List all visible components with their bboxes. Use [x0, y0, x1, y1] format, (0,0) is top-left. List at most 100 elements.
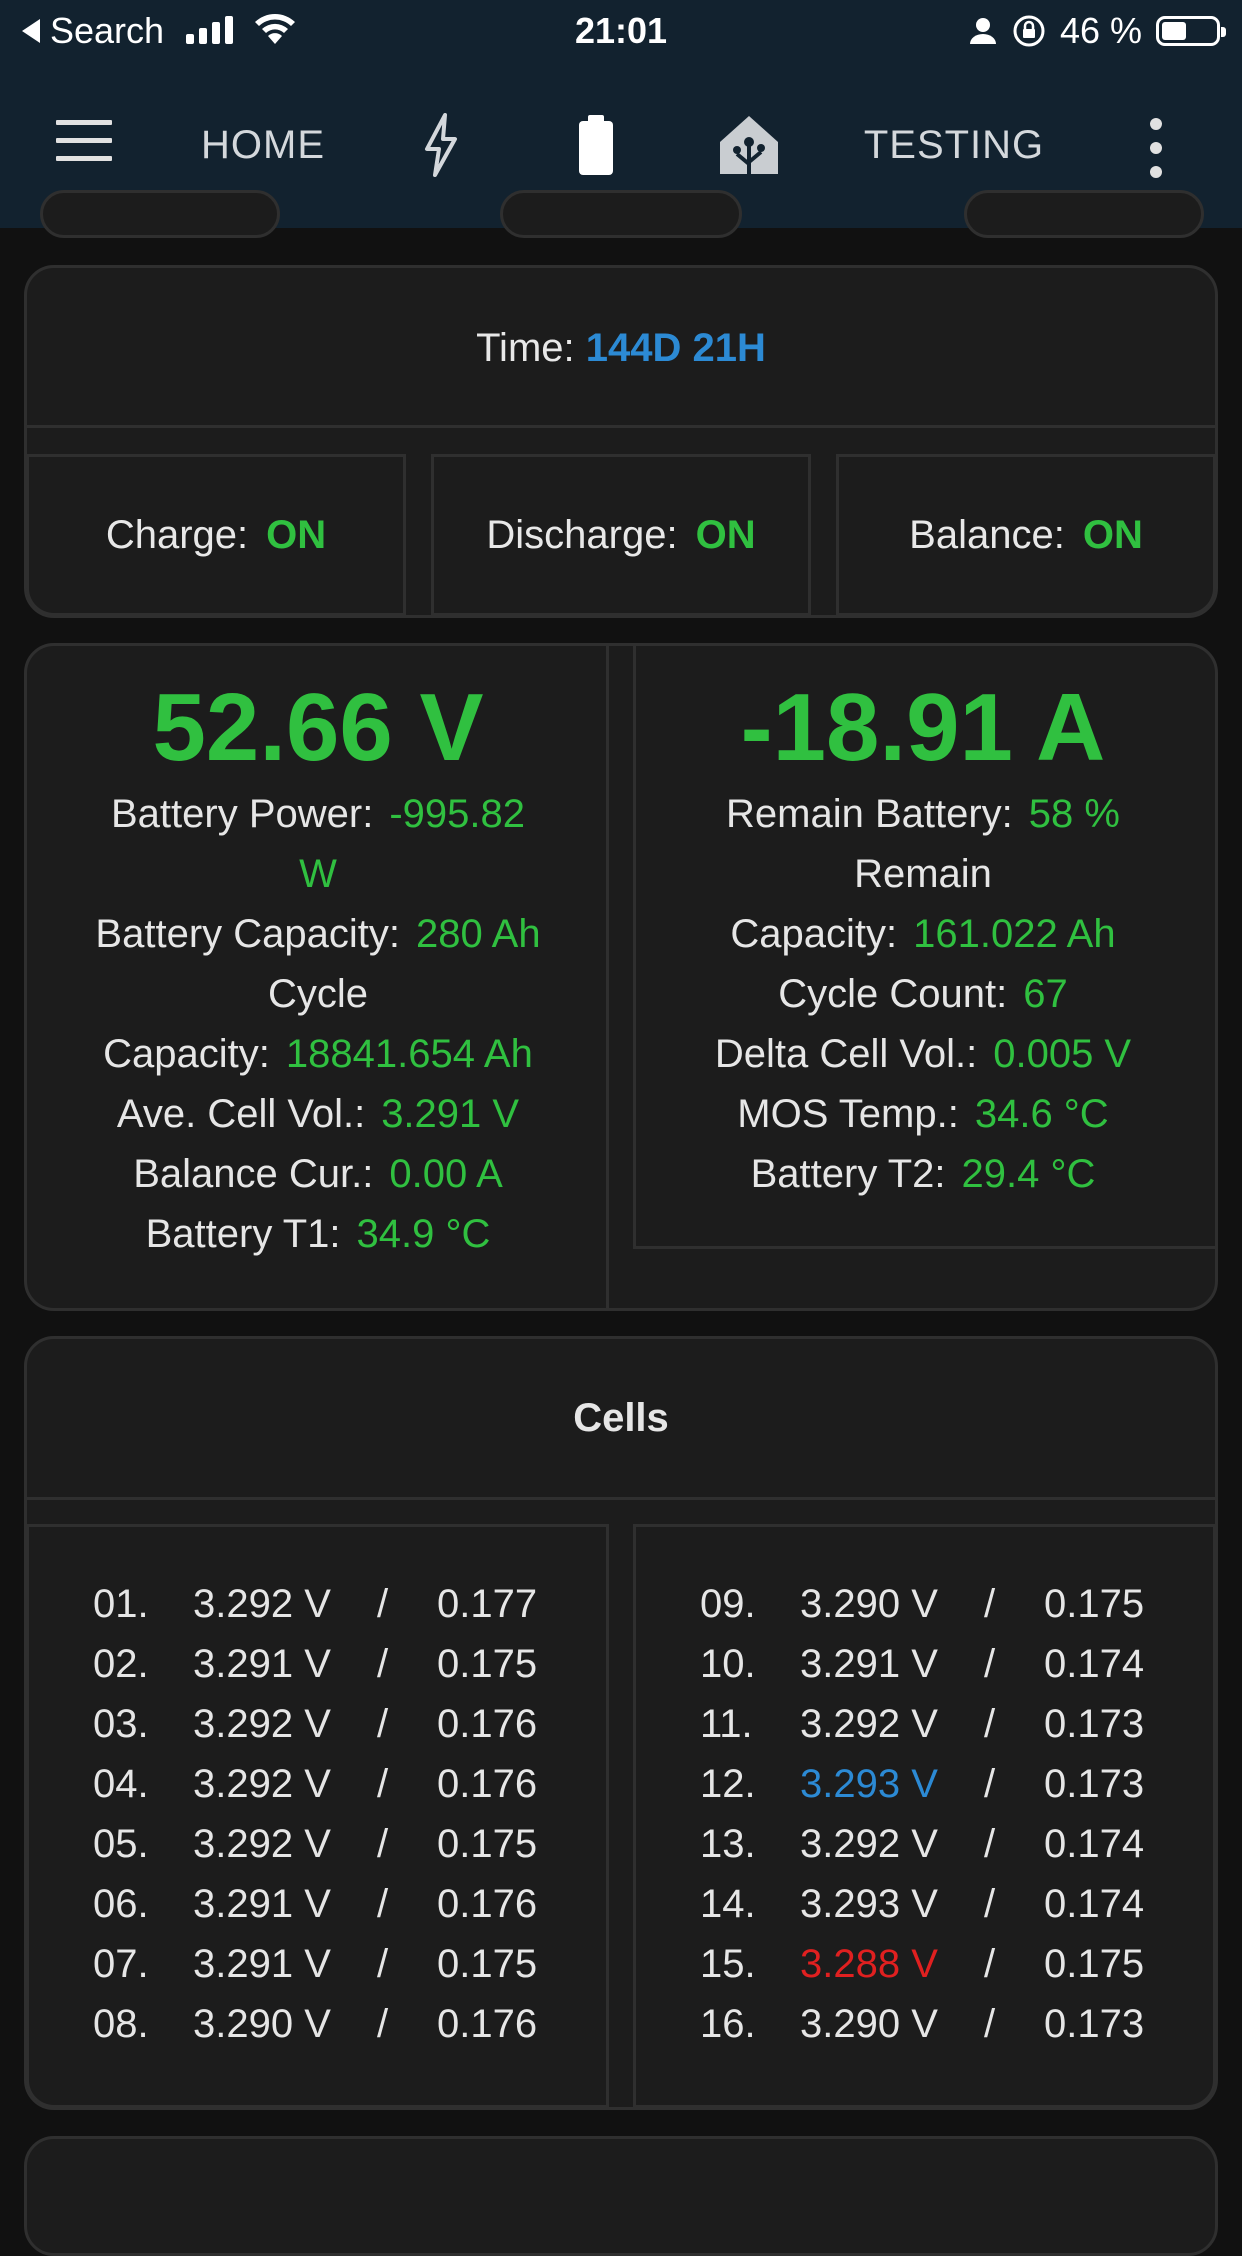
balance-label: Balance: [909, 512, 1065, 557]
cycle-capacity-value: 18841.654 Ah [285, 1032, 533, 1076]
cell-voltage: 3.290 V [800, 1582, 938, 1626]
cell-resistance: 0.176 [437, 1702, 538, 1746]
previous-card-edge [40, 190, 280, 238]
cell-voltage: 3.292 V [193, 1582, 331, 1626]
cell-voltage: 3.291 V [193, 1942, 331, 1986]
cell-separator: / [377, 2002, 389, 2046]
uptime-row: Time: 144D 21H [24, 268, 1218, 428]
remain-label: Remain [854, 852, 992, 896]
battery-capacity-value: 280 Ah [416, 912, 541, 956]
cell-voltage: 3.292 V [193, 1822, 331, 1866]
cycle-capacity-label: Capacity: [103, 1032, 270, 1076]
cell-resistance: 0.177 [437, 1582, 538, 1626]
cell-voltage: 3.293 V [800, 1882, 938, 1926]
cell-voltage: 3.292 V [800, 1822, 938, 1866]
balance-state: Balance: ON [836, 454, 1216, 616]
tab-energy[interactable] [396, 62, 486, 228]
cell-resistance: 0.173 [1044, 2002, 1145, 2046]
battery-status-icon [1156, 16, 1226, 46]
cell-index: 09. [700, 1582, 756, 1626]
pack-voltage: 52.66 V [152, 674, 484, 781]
cell-resistance: 0.176 [437, 1762, 538, 1806]
cell-separator: / [377, 1762, 389, 1806]
cell-index: 03. [93, 1702, 149, 1746]
cell-resistance: 0.173 [1044, 1762, 1145, 1806]
cell-index: 16. [700, 2002, 756, 2046]
cell-index: 07. [93, 1942, 149, 1986]
cell-index: 04. [93, 1762, 149, 1806]
battery-t1-value: 34.9 °C [356, 1212, 491, 1256]
cell-row: 01. 3.292 V / 0.177 [93, 1574, 613, 1634]
cell-resistance: 0.176 [437, 2002, 538, 2046]
cell-separator: / [377, 1942, 389, 1986]
stats-divider [606, 646, 609, 1308]
cell-separator: / [377, 1882, 389, 1926]
more-options-icon[interactable] [1136, 118, 1176, 178]
cell-separator: / [984, 2002, 996, 2046]
cell-index: 11. [700, 1702, 753, 1746]
cell-resistance: 0.174 [1044, 1642, 1145, 1686]
battery-t2-value: 29.4 °C [961, 1152, 1096, 1196]
cell-resistance: 0.175 [1044, 1582, 1145, 1626]
cell-row: 12. 3.293 V / 0.173 [700, 1754, 1220, 1814]
cell-voltage: 3.290 V [193, 2002, 331, 2046]
delta-cell-voltage-value: 0.005 V [993, 1032, 1132, 1076]
cell-row: 02. 3.291 V / 0.175 [93, 1634, 613, 1694]
cell-row: 11. 3.292 V / 0.173 [700, 1694, 1220, 1754]
cell-voltage: 3.288 V [800, 1942, 938, 1986]
balance-current-label: Balance Cur.: [133, 1152, 374, 1196]
charge-label: Charge: [105, 512, 249, 557]
cell-voltage: 3.291 V [193, 1642, 331, 1686]
charge-value: ON [266, 512, 327, 557]
cell-resistance: 0.175 [1044, 1942, 1145, 1986]
remain-battery-value: 58 % [1028, 792, 1120, 836]
charge-state: Charge: ON [26, 454, 406, 616]
discharge-label: Discharge: [486, 512, 678, 557]
home-network-icon [720, 116, 778, 174]
cell-voltage: 3.292 V [800, 1702, 938, 1746]
cell-index: 10. [700, 1642, 756, 1686]
cell-voltage: 3.291 V [800, 1642, 938, 1686]
cycle-count-label: Cycle Count: [778, 972, 1008, 1016]
cell-index: 12. [700, 1762, 756, 1806]
cell-resistance: 0.175 [437, 1942, 538, 1986]
rotation-lock-icon [1013, 15, 1045, 47]
cell-separator: / [377, 1702, 389, 1746]
ave-cell-voltage-label: Ave. Cell Vol.: [116, 1092, 366, 1136]
cells-title: Cells [24, 1336, 1218, 1500]
cell-row: 05. 3.292 V / 0.175 [93, 1814, 613, 1874]
cell-resistance: 0.174 [1044, 1822, 1145, 1866]
cell-voltage: 3.291 V [193, 1882, 331, 1926]
cell-resistance: 0.175 [437, 1642, 538, 1686]
battery-t1-label: Battery T1: [145, 1212, 341, 1256]
menu-icon[interactable] [56, 120, 112, 166]
pack-current: -18.91 A [740, 674, 1106, 781]
remain-capacity-value: 161.022 Ah [913, 912, 1116, 956]
cell-index: 13. [700, 1822, 756, 1866]
cell-row: 13. 3.292 V / 0.174 [700, 1814, 1220, 1874]
cycle-count-value: 67 [1023, 972, 1068, 1016]
cell-voltage: 3.292 V [193, 1762, 331, 1806]
uptime-value: 144D 21H [585, 326, 766, 370]
lightning-icon [425, 113, 457, 177]
cell-row: 16. 3.290 V / 0.173 [700, 1994, 1220, 2054]
cell-separator: / [984, 1702, 996, 1746]
battery-percent: 46 % [1059, 10, 1142, 51]
cell-index: 15. [700, 1942, 756, 1986]
cell-row: 15. 3.288 V / 0.175 [700, 1934, 1220, 1994]
battery-power-value: -995.82 [389, 792, 525, 836]
cell-index: 05. [93, 1822, 149, 1866]
cell-resistance: 0.174 [1044, 1882, 1145, 1926]
cell-separator: / [984, 1942, 996, 1986]
cell-row: 14. 3.293 V / 0.174 [700, 1874, 1220, 1934]
battery-icon [579, 115, 613, 175]
cell-resistance: 0.175 [437, 1822, 538, 1866]
mos-temp-label: MOS Temp.: [737, 1092, 959, 1136]
cell-separator: / [377, 1642, 389, 1686]
person-icon [969, 18, 996, 44]
cell-row: 04. 3.292 V / 0.176 [93, 1754, 613, 1814]
cell-voltage: 3.290 V [800, 2002, 938, 2046]
cell-index: 08. [93, 2002, 149, 2046]
previous-card-edge [500, 190, 742, 238]
mos-temp-value: 34.6 °C [974, 1092, 1109, 1136]
